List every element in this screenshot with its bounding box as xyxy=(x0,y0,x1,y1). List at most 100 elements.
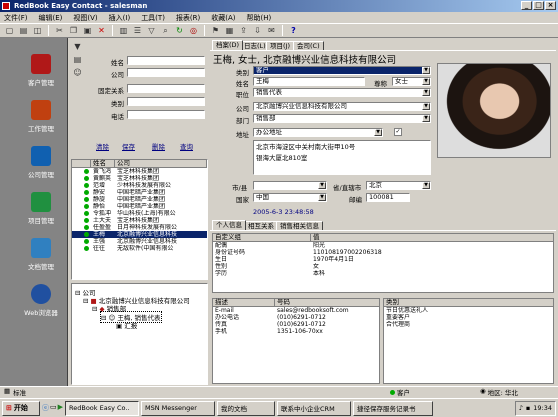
chart-icon[interactable]: ▥ xyxy=(118,25,129,36)
nav-customer[interactable]: 客户管理 xyxy=(14,54,68,87)
search-company-input[interactable] xyxy=(127,68,205,77)
desktop-icon[interactable]: ▭ xyxy=(50,403,57,413)
person-icon[interactable]: ☺ xyxy=(72,67,83,78)
table-row[interactable]: 办公电话 (010)6291-0712 xyxy=(213,314,379,321)
type-select[interactable]: 客户 ▼ xyxy=(253,66,431,75)
refresh-icon[interactable]: ↻ xyxy=(174,25,185,36)
clear-link[interactable]: 清除 xyxy=(96,141,109,151)
contact-card-icon[interactable]: ▤ xyxy=(72,54,83,65)
list-item[interactable]: 静安 中国老暗产业集团 xyxy=(72,189,207,196)
country-select[interactable]: 中国 ▼ xyxy=(253,193,327,202)
address-checkbox[interactable]: ✓ xyxy=(394,128,402,136)
category-header[interactable]: 类别 xyxy=(384,299,553,306)
network-icon[interactable]: ▪ xyxy=(526,404,530,412)
ie-icon[interactable]: ⓔ xyxy=(42,403,49,413)
list-item[interactable]: 静旋 中国老暗产业集团 xyxy=(72,196,207,203)
close-button[interactable]: × xyxy=(545,1,556,10)
list-item[interactable]: 王梅 北京融博兴业信息科技 xyxy=(72,231,207,238)
list-item[interactable]: 黄麒英 宝芝林科技集团 xyxy=(72,175,207,182)
search-phone-input[interactable] xyxy=(127,110,205,119)
zip-input[interactable]: 100081 xyxy=(366,193,410,202)
subtab-personal[interactable]: 个人信息 xyxy=(212,220,246,230)
table-row[interactable]: 性别 女 xyxy=(213,263,553,270)
group-icon[interactable]: ⚑ xyxy=(210,25,221,36)
preview-icon[interactable]: ◫ xyxy=(32,25,43,36)
table-row[interactable]: 手机 1351-106-70xx xyxy=(213,328,379,335)
position-select[interactable]: 销售代表 ▼ xyxy=(253,88,431,97)
start-button[interactable]: ⊞ 开始 xyxy=(2,400,40,416)
table-row[interactable]: E-mail sales@redbooksoft.com xyxy=(213,307,379,314)
list-item[interactable]: 黄飞鸿 宝芝林科技集团 xyxy=(72,168,207,175)
table-row[interactable]: 身份证号码 110108197002206318 xyxy=(213,249,553,256)
city-select[interactable]: ▼ xyxy=(253,181,327,190)
task-crm[interactable]: 联系中小企业CRM xyxy=(277,400,352,416)
menu-file[interactable]: 文件(F) xyxy=(4,13,28,23)
query-link[interactable]: 查询 xyxy=(180,141,193,151)
export-icon[interactable]: ⇪ xyxy=(238,25,249,36)
name-input[interactable]: 王梅 xyxy=(253,77,365,86)
nav-work[interactable]: 工作管理 xyxy=(14,100,68,133)
company-select[interactable]: 北京融博兴业信息科技有限公司 ▼ xyxy=(253,102,431,111)
list-item[interactable]: 任盈盈 日月神科技发展有限公 xyxy=(72,224,207,231)
mail-icon[interactable]: ✉ xyxy=(266,25,277,36)
table-row[interactable]: 重要客户 xyxy=(384,314,553,321)
address-textarea[interactable]: 北京市海淀区中关村南大街甲10号 银海大厦北810室 xyxy=(253,140,431,175)
task-mydocs[interactable]: 我的文档 xyxy=(217,400,276,416)
menu-favorites[interactable]: 收藏(A) xyxy=(211,13,235,23)
table-row[interactable]: 学历 本科 xyxy=(213,270,553,277)
table-row[interactable]: 配偶 阳光 xyxy=(213,242,553,249)
funnel-icon[interactable]: ▼ xyxy=(72,41,83,52)
list-item[interactable]: 静怡 中国老暗产业集团 xyxy=(72,203,207,210)
task-service[interactable]: 捷径保存服务记录书 xyxy=(353,400,434,416)
help-icon[interactable]: ? xyxy=(288,25,299,36)
info-header-value[interactable]: 值 xyxy=(311,234,553,241)
cut-icon[interactable]: ✂ xyxy=(54,25,65,36)
menu-report[interactable]: 报表(R) xyxy=(176,13,200,23)
paste-icon[interactable]: ▣ xyxy=(82,25,93,36)
contact-header-desc[interactable]: 描述 xyxy=(213,299,275,306)
nav-web[interactable]: Web浏览器 xyxy=(14,284,68,317)
list-icon[interactable]: ☰ xyxy=(132,25,143,36)
list-header-company[interactable]: 公司 xyxy=(115,160,207,167)
calendar-icon[interactable]: ▦ xyxy=(224,25,235,36)
find-icon[interactable]: ⌕ xyxy=(160,25,171,36)
maximize-button[interactable]: □ xyxy=(533,1,544,10)
table-row[interactable]: 节日优惠送礼人 xyxy=(384,307,553,314)
menu-edit[interactable]: 编辑(E) xyxy=(39,13,63,23)
volume-icon[interactable]: ♪ xyxy=(519,404,523,412)
delete-link[interactable]: 删除 xyxy=(152,141,165,151)
task-msn[interactable]: MSN Messenger xyxy=(141,400,216,416)
menu-help[interactable]: 帮助(H) xyxy=(247,13,272,23)
list-item[interactable]: 令狐冲 华山科技(上海)有限公 xyxy=(72,210,207,217)
menu-view[interactable]: 视图(V) xyxy=(73,13,97,23)
nav-document[interactable]: 文档管理 xyxy=(14,238,68,271)
task-redbook[interactable]: RedBook Easy Co.. xyxy=(65,400,140,416)
minimize-button[interactable]: _ xyxy=(521,1,532,10)
province-select[interactable]: 北京 ▼ xyxy=(366,181,431,190)
import-icon[interactable]: ⇩ xyxy=(252,25,263,36)
delete-icon[interactable]: ✕ xyxy=(96,25,107,36)
list-item[interactable]: 往往 无敌软件(中国有限公 xyxy=(72,245,207,252)
print-icon[interactable]: ▤ xyxy=(18,25,29,36)
list-header-name[interactable]: 姓名 xyxy=(91,160,115,167)
nav-project[interactable]: 项目管理 xyxy=(14,192,68,225)
menu-tools[interactable]: 工具(T) xyxy=(141,13,165,23)
table-row[interactable]: 传真 (010)6291-0712 xyxy=(213,321,379,328)
save-link[interactable]: 保存 xyxy=(122,141,135,151)
target-icon[interactable]: ◎ xyxy=(188,25,199,36)
new-icon[interactable]: ▢ xyxy=(4,25,15,36)
menu-insert[interactable]: 插入(I) xyxy=(109,13,131,23)
table-row[interactable]: 生日 1970年4月1日 xyxy=(213,256,553,263)
dept-select[interactable]: 销售部 ▼ xyxy=(253,114,431,123)
search-name-input[interactable] xyxy=(127,56,205,65)
list-item[interactable]: 范增 少林科技发展有限公 xyxy=(72,182,207,189)
list-item[interactable]: 土大夫 宝芝林科技集团 xyxy=(72,217,207,224)
tab-profile[interactable]: 档案(D) xyxy=(212,40,244,50)
media-icon[interactable]: ▶ xyxy=(58,403,63,413)
table-row[interactable]: 合代理商 xyxy=(384,321,553,328)
copy-icon[interactable]: ❐ xyxy=(68,25,79,36)
contact-header-number[interactable]: 号码 xyxy=(275,299,379,306)
address-type-select[interactable]: 办公地址 ▼ xyxy=(253,128,383,137)
info-header-group[interactable]: 自定义组 xyxy=(213,234,311,241)
filter-icon[interactable]: ▽ xyxy=(146,25,157,36)
